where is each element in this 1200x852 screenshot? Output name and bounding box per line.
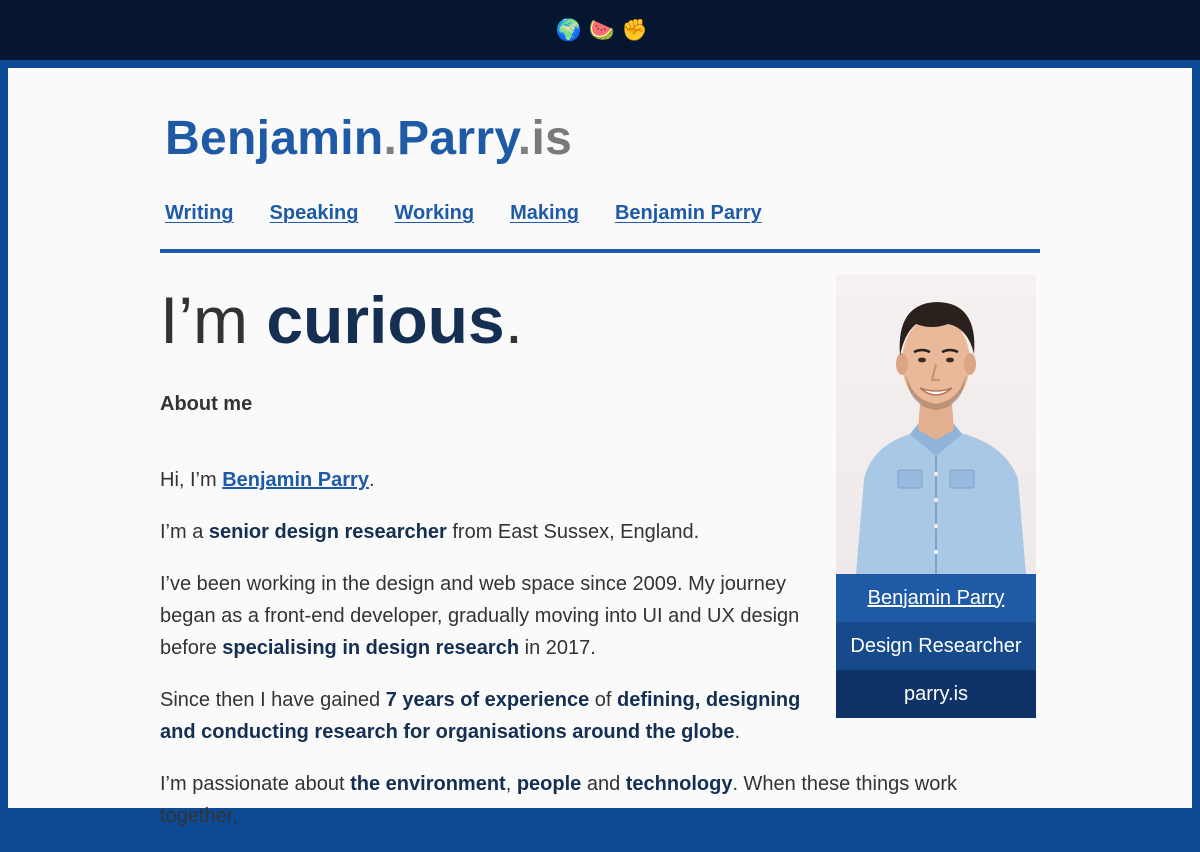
- text: .: [368, 469, 375, 491]
- site-title-dot: .: [383, 112, 398, 165]
- earth-globe-icon: 🌍: [555, 18, 582, 42]
- name-link[interactable]: Benjamin Parry: [222, 469, 369, 491]
- top-bar: 🌍 🍉 ✊: [0, 0, 1200, 60]
- emphasis: people: [516, 773, 582, 795]
- paragraph-role: I’m a senior design researcher from East…: [160, 516, 810, 548]
- text: and: [581, 773, 626, 795]
- main-nav: Writing Speaking Working Making Benjamin…: [165, 202, 762, 225]
- emoji-row: 🌍 🍉 ✊: [555, 18, 648, 42]
- watermelon-icon: 🍉: [588, 18, 615, 42]
- card-site: parry.is: [836, 670, 1036, 718]
- text: ,: [505, 773, 517, 795]
- site-title-first: Benjamin: [165, 112, 384, 165]
- paragraph-experience: Since then I have gained 7 years of expe…: [160, 684, 810, 748]
- text: from East Sussex, England.: [446, 521, 700, 543]
- paragraph-passions: I’m passionate about the environment, pe…: [160, 768, 1040, 832]
- paragraph-history: I’ve been working in the design and web …: [160, 568, 810, 664]
- nav-writing[interactable]: Writing: [165, 202, 234, 225]
- raised-fist-icon: ✊: [621, 18, 648, 42]
- about-text: Hi, I’m Benjamin Parry. I’m a senior des…: [160, 464, 957, 852]
- site-title[interactable]: Benjamin.Parry.is: [165, 108, 572, 170]
- nav-making[interactable]: Making: [510, 202, 579, 225]
- paragraph-intro: Hi, I’m Benjamin Parry.: [160, 464, 810, 496]
- card-name-link[interactable]: Benjamin Parry: [868, 587, 1005, 610]
- nav-divider: [160, 249, 1040, 253]
- emphasis: the environment: [350, 773, 506, 795]
- page-frame: Benjamin.Parry.is Writing Speaking Worki…: [8, 68, 1192, 827]
- text: in 2017.: [519, 637, 596, 659]
- emphasis: technology: [625, 773, 733, 795]
- emphasis: 7 years of experience: [385, 689, 590, 711]
- nav-speaking[interactable]: Speaking: [270, 202, 359, 225]
- text: .: [734, 721, 741, 743]
- emphasis: specialising in design research: [222, 637, 520, 659]
- text: I’m a: [160, 521, 209, 543]
- text: Since then I have gained: [160, 689, 386, 711]
- about-heading: About me: [160, 393, 253, 415]
- card-name-row: Benjamin Parry: [836, 574, 1036, 622]
- page-headline: I’m curious.: [160, 280, 523, 360]
- portrait-illustration: [856, 302, 1026, 574]
- headline-suffix: .: [504, 283, 524, 357]
- card-role: Design Researcher: [836, 622, 1036, 670]
- profile-photo: [836, 274, 1036, 574]
- text: of: [589, 689, 617, 711]
- nav-benjamin-parry[interactable]: Benjamin Parry: [615, 202, 762, 225]
- headline-prefix: I’m: [160, 283, 267, 357]
- site-title-tld: is: [531, 112, 573, 165]
- headline-word: curious: [266, 283, 505, 357]
- nav-working[interactable]: Working: [394, 202, 474, 225]
- text: I’m passionate about: [160, 773, 351, 795]
- emphasis: senior design researcher: [208, 521, 447, 543]
- profile-card: Benjamin Parry Design Researcher parry.i…: [836, 274, 1036, 718]
- site-title-last: Parry: [397, 112, 518, 165]
- text: Hi, I’m: [160, 469, 223, 491]
- site-title-dot: .: [517, 112, 532, 165]
